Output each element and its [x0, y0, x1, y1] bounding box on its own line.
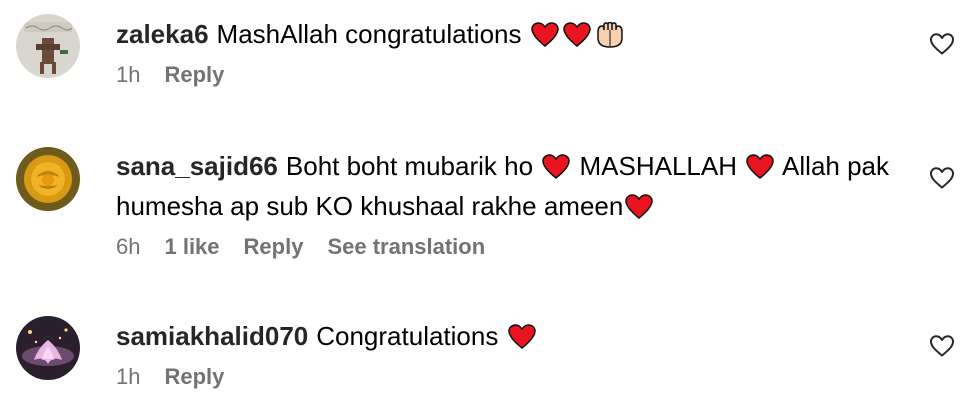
comment-username[interactable]: samiakhalid070	[116, 321, 308, 351]
reply-button[interactable]: Reply	[244, 234, 304, 260]
comment-username[interactable]: zaleka6	[116, 19, 209, 49]
comment-body: samiakhalid070 Congratulations 1h Reply	[116, 316, 906, 390]
comment-meta: 1h Reply	[116, 62, 906, 88]
like-count-button[interactable]: 1 like	[164, 234, 219, 260]
reply-button[interactable]: Reply	[164, 364, 224, 390]
comment-text: sana_sajid66 Boht boht mubarik ho MASHALL…	[116, 146, 906, 226]
reply-button[interactable]: Reply	[164, 62, 224, 88]
comment-meta: 6h 1 like Reply See translation	[116, 234, 906, 260]
heart-outline-icon[interactable]	[929, 334, 955, 358]
avatar[interactable]	[16, 14, 80, 78]
comment-text: zaleka6 MashAllah congratulations	[116, 14, 906, 54]
red-heart-emoji	[542, 154, 571, 179]
comment-text-part: Congratulations	[316, 321, 499, 351]
avatar-image	[16, 14, 80, 78]
comment-meta: 1h Reply	[116, 364, 906, 390]
avatar[interactable]	[16, 316, 80, 380]
heart-outline-icon[interactable]	[929, 166, 955, 190]
red-heart-emoji	[530, 22, 559, 47]
red-heart-emoji	[507, 324, 536, 349]
comment-text-part: Boht boht mubarik ho	[285, 151, 534, 181]
comment-text: samiakhalid070 Congratulations	[116, 316, 906, 356]
comment-body: sana_sajid66 Boht boht mubarik ho MASHALL…	[116, 146, 906, 260]
comment-timestamp[interactable]: 6h	[116, 234, 140, 260]
comment-text-part: MashAllah congratulations	[216, 19, 522, 49]
red-heart-emoji	[746, 154, 775, 179]
comment-timestamp[interactable]: 1h	[116, 62, 140, 88]
red-heart-emoji	[625, 194, 654, 219]
avatar-image	[16, 316, 80, 380]
avatar[interactable]	[16, 147, 80, 211]
comment-timestamp[interactable]: 1h	[116, 364, 140, 390]
see-translation-button[interactable]: See translation	[327, 234, 485, 260]
palms-up-together-emoji	[596, 22, 623, 48]
comment-username[interactable]: sana_sajid66	[116, 151, 278, 181]
comment-text-part: MASHALLAH	[579, 151, 738, 181]
heart-outline-icon[interactable]	[929, 32, 955, 56]
avatar-image	[16, 147, 80, 211]
comment-body: zaleka6 MashAllah congratulations 1h Repl…	[116, 14, 906, 88]
red-heart-emoji	[562, 22, 591, 47]
